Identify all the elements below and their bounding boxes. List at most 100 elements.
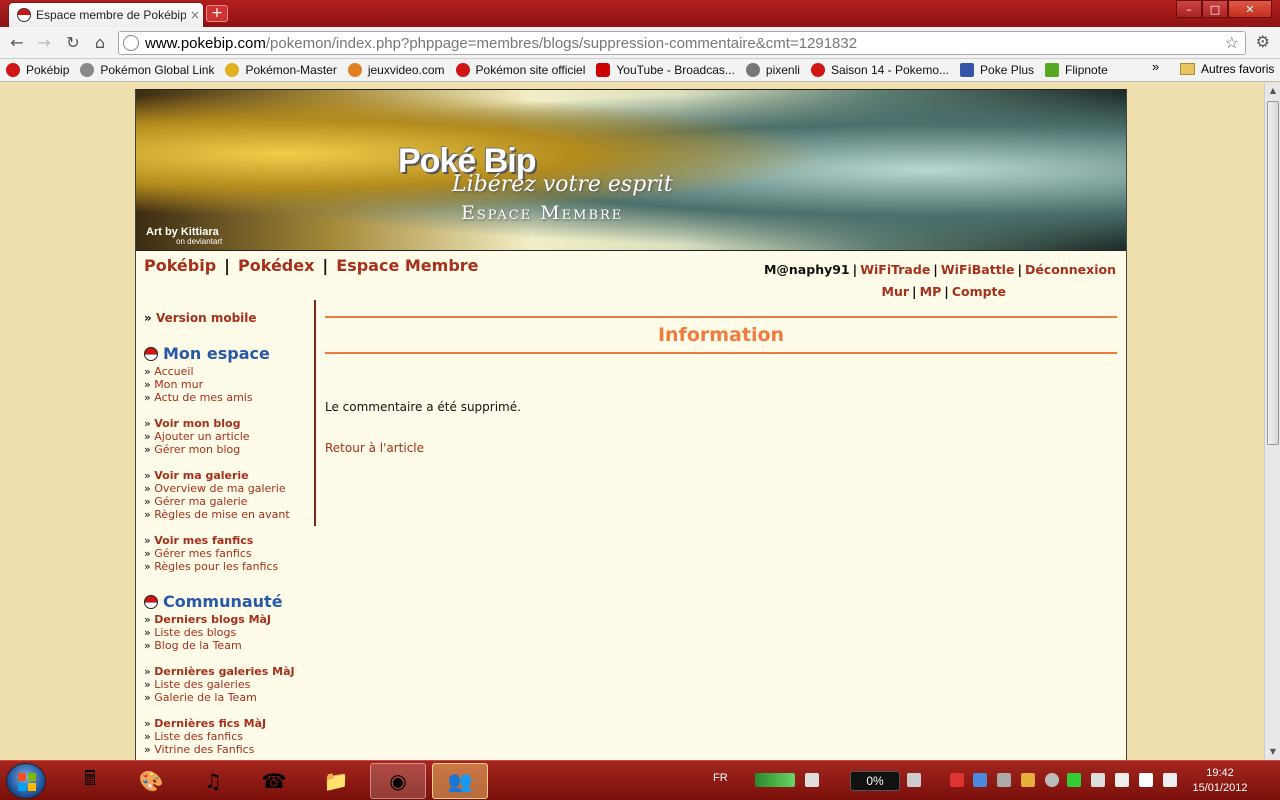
- bookmark-item[interactable]: Saison 14 - Pokemo...: [810, 63, 949, 77]
- sidebar-item[interactable]: Liste des blogs: [154, 626, 236, 639]
- sync-icon[interactable]: [907, 773, 921, 787]
- back-to-article-link[interactable]: Retour à l'article: [325, 441, 1117, 455]
- sidebar-item[interactable]: Liste des fanfics: [154, 730, 243, 743]
- sidebar-item[interactable]: Overview de ma galerie: [154, 482, 285, 495]
- reload-icon[interactable]: ↻: [62, 32, 84, 54]
- sidebar-item[interactable]: Voir mon blog: [154, 417, 240, 430]
- sidebar-item[interactable]: Blog de la Team: [154, 639, 241, 652]
- nav-espace-membre[interactable]: Espace Membre: [336, 256, 478, 275]
- link-compte[interactable]: Compte: [952, 284, 1006, 299]
- nav-pokedex[interactable]: Pokédex: [238, 256, 314, 275]
- page-scrollbar[interactable]: ▲ ▼: [1264, 83, 1280, 760]
- tab-close-icon[interactable]: ×: [190, 8, 200, 22]
- sidebar-item[interactable]: Règles de mise en avant: [154, 508, 289, 521]
- language-indicator[interactable]: FR: [713, 772, 728, 784]
- window-titlebar: Espace membre de Pokébip × + – □ ✕: [0, 0, 1280, 27]
- device-icon[interactable]: [1091, 773, 1105, 787]
- shield-icon[interactable]: [997, 773, 1011, 787]
- network-meter-icon[interactable]: [755, 773, 795, 787]
- chrome-icon[interactable]: ◉: [370, 763, 426, 799]
- wireless-icon[interactable]: [805, 773, 819, 787]
- sidebar-item[interactable]: Mon mur: [154, 378, 203, 391]
- bookmark-star-icon[interactable]: ☆: [1225, 33, 1239, 53]
- new-tab-button[interactable]: +: [206, 5, 228, 22]
- wrench-menu-icon[interactable]: ⚙: [1256, 32, 1270, 51]
- start-button[interactable]: [6, 763, 46, 799]
- minimize-icon[interactable]: –: [1176, 0, 1202, 18]
- sidebar-item[interactable]: Derniers blogs MàJ: [154, 613, 271, 626]
- power-icon[interactable]: [1115, 773, 1129, 787]
- clock-date: 15/01/2012: [1192, 782, 1248, 794]
- pokeball-icon: [144, 346, 158, 361]
- close-window-icon[interactable]: ✕: [1228, 0, 1272, 18]
- maximize-icon[interactable]: □: [1202, 0, 1228, 18]
- back-arrow-icon[interactable]: ←: [6, 32, 28, 54]
- sidebar-item[interactable]: Vitrine des Fanfics: [154, 743, 254, 756]
- scroll-down-icon[interactable]: ▼: [1265, 744, 1280, 760]
- sidebar-item[interactable]: Voir mes fanfics: [154, 534, 253, 547]
- sidebar-item[interactable]: Actu de mes amis: [154, 391, 252, 404]
- signal-icon[interactable]: [1139, 773, 1153, 787]
- bookmark-item[interactable]: Pokébip: [6, 63, 69, 77]
- bookmark-item[interactable]: Flipnote: [1045, 63, 1108, 77]
- windows-taskbar: 🖩 🎨 ♫ ☎ 📁 ◉ 👥 FR 0% 19:42 15/01/2012: [0, 760, 1280, 800]
- link-wifitrade[interactable]: WiFiTrade: [860, 262, 930, 277]
- clock[interactable]: 19:42 15/01/2012: [1185, 766, 1255, 796]
- bookmark-item[interactable]: Pokémon Global Link: [80, 63, 214, 77]
- tab-title: Espace membre de Pokébip: [36, 8, 186, 22]
- sidebar-item[interactable]: Ajouter un article: [154, 430, 249, 443]
- cpu-meter[interactable]: 0%: [850, 771, 900, 791]
- other-bookmarks[interactable]: Autres favoris: [1180, 62, 1274, 76]
- section-title: Communauté: [163, 592, 283, 611]
- bookmark-label: jeuxvideo.com: [367, 63, 445, 77]
- user-nav: M@naphy91 | WiFiTrade | WiFiBattle | Déconnexi…: [764, 259, 1116, 303]
- antivirus-icon[interactable]: [950, 773, 964, 787]
- forward-arrow-icon[interactable]: →: [33, 32, 55, 54]
- home-icon[interactable]: ⌂: [89, 32, 111, 54]
- address-bar[interactable]: www.pokebip.com/pokemon/index.php?phppag…: [118, 31, 1246, 55]
- itunes-icon[interactable]: ♫: [185, 763, 241, 799]
- sidebar-item[interactable]: Gérer mes fanfics: [154, 547, 251, 560]
- bookmark-item[interactable]: jeuxvideo.com: [347, 63, 445, 77]
- windows-flag-icon[interactable]: [1021, 773, 1035, 787]
- nav-pokebip[interactable]: Pokébip: [144, 256, 216, 275]
- scroll-up-icon[interactable]: ▲: [1265, 83, 1280, 99]
- scrollbar-thumb[interactable]: [1267, 101, 1279, 445]
- bookmarks-overflow-icon[interactable]: »: [1152, 59, 1159, 74]
- link-wifibattle[interactable]: WiFiBattle: [941, 262, 1015, 277]
- sidebar-item[interactable]: Liste des galeries: [154, 678, 250, 691]
- bookmark-label: Pokébip: [26, 63, 70, 77]
- site-banner[interactable]: Poké Bip Libérez votre esprit Espace Mem…: [136, 90, 1126, 251]
- skype-icon[interactable]: ☎: [246, 763, 302, 799]
- link-deconnexion[interactable]: Déconnexion: [1025, 262, 1116, 277]
- nav-separator: |: [852, 262, 858, 277]
- bookmark-item[interactable]: pixenli: [745, 63, 800, 77]
- sidebar-item[interactable]: Voir ma galerie: [154, 469, 248, 482]
- bookmark-item[interactable]: YouTube - Broadcas...: [596, 63, 735, 77]
- sidebar-group: » Derniers blogs MàJ » Liste des blogs »…: [144, 613, 272, 652]
- bookmark-item[interactable]: Pokémon site officiel: [455, 63, 585, 77]
- messenger-icon[interactable]: 👥: [432, 763, 488, 799]
- file-explorer-icon[interactable]: 📁: [308, 763, 364, 799]
- sidebar-item[interactable]: Dernières galeries MàJ: [154, 665, 294, 678]
- sidebar-item[interactable]: Règles pour les fanfics: [154, 560, 278, 573]
- link-mp[interactable]: MP: [920, 284, 942, 299]
- browser-tab[interactable]: Espace membre de Pokébip ×: [8, 2, 204, 27]
- update-icon[interactable]: [1045, 773, 1059, 787]
- checkmark-icon[interactable]: [1067, 773, 1081, 787]
- sidebar-item[interactable]: Gérer mon blog: [154, 443, 240, 456]
- volume-icon[interactable]: [1163, 773, 1177, 787]
- sidebar-item[interactable]: Galerie de la Team: [154, 691, 257, 704]
- display-icon[interactable]: [973, 773, 987, 787]
- calculator-icon[interactable]: 🖩: [62, 763, 118, 799]
- link-version-mobile[interactable]: Version mobile: [156, 311, 257, 325]
- link-mur[interactable]: Mur: [882, 284, 910, 299]
- bookmark-favicon-icon: [6, 63, 20, 77]
- paint-icon[interactable]: 🎨: [123, 763, 179, 799]
- nav-separator: |: [224, 256, 231, 275]
- bookmark-item[interactable]: Pokémon-Master: [225, 63, 337, 77]
- sidebar-item[interactable]: Gérer ma galerie: [154, 495, 247, 508]
- sidebar-item[interactable]: Accueil: [154, 365, 193, 378]
- bookmark-item[interactable]: Poke Plus: [960, 63, 1034, 77]
- sidebar-item[interactable]: Dernières fics MàJ: [154, 717, 266, 730]
